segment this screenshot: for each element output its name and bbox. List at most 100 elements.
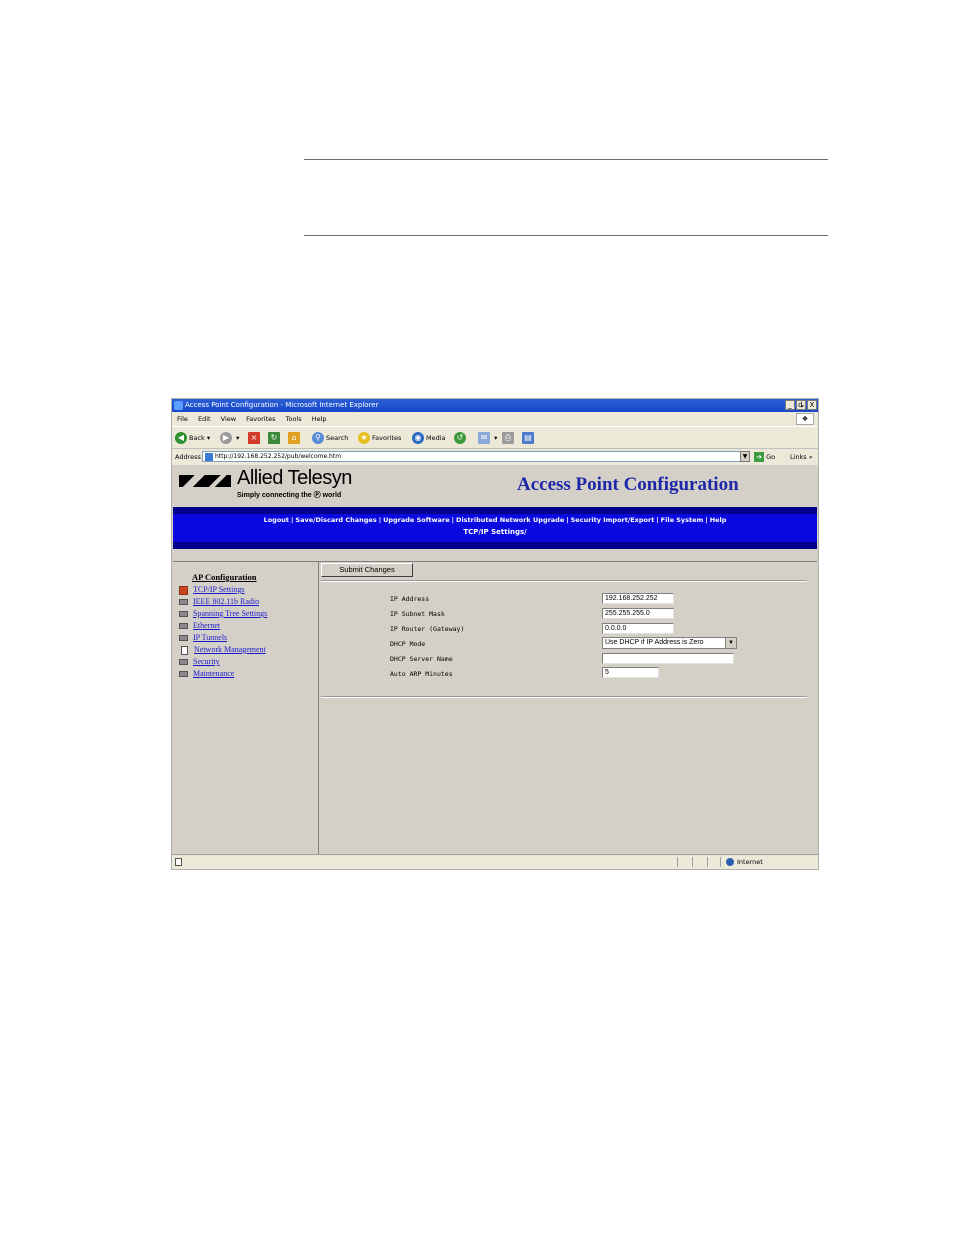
dhcp-mode-select[interactable]: Use DHCP if IP Address is Zero ▼	[602, 637, 737, 649]
status-divider	[692, 857, 693, 867]
globe-icon	[726, 858, 734, 866]
nav-bar: Logout | Save/Discard Changes | Upgrade Soft…	[173, 507, 817, 549]
auto-arp-input[interactable]: 5	[602, 667, 659, 678]
nav-logout[interactable]: Logout	[264, 516, 289, 524]
sidebar-item-spanning-tree[interactable]: Spanning Tree Settings	[179, 609, 267, 618]
refresh-button[interactable]: ↻	[268, 431, 282, 445]
sidebar-item-radio[interactable]: IEEE 802.11b Radio	[179, 597, 259, 606]
sidebar-link[interactable]: IEEE 802.11b Radio	[193, 597, 259, 606]
nav-upgrade-software[interactable]: Upgrade Software	[383, 516, 450, 524]
sidebar-link[interactable]: Ethernet	[193, 621, 220, 630]
sidebar-item-ip-tunnels[interactable]: IP Tunnels	[179, 633, 227, 642]
restore-button[interactable]: ȡ	[796, 400, 806, 410]
toolbar: ◀ Back ▾ ▶ ▾ × ↻ ⌂ ⚲ Search ★ Favorites ◉ Me…	[172, 426, 818, 449]
brand-tagline: Simply connecting the Ⓟ world	[237, 492, 342, 499]
sidebar: AP Configuration TCP/IP Settings IEEE 80…	[173, 562, 319, 854]
search-label: Search	[326, 434, 349, 442]
sidebar-link[interactable]: Maintenance	[193, 669, 234, 678]
search-button[interactable]: ⚲ Search	[312, 431, 348, 445]
mail-icon: ✉	[478, 432, 490, 444]
edit-page-icon: ▤	[522, 432, 534, 444]
dhcp-server-input[interactable]	[602, 653, 734, 664]
go-button[interactable]: ➔ Go	[754, 449, 775, 465]
close-button[interactable]: X	[807, 400, 817, 410]
sidebar-item-security[interactable]: Security	[179, 657, 220, 666]
menu-file[interactable]: File	[177, 415, 188, 423]
page-content: Allied Telesyn Simply connecting the Ⓟ w…	[173, 465, 817, 854]
folder-icon	[179, 659, 188, 666]
address-bar: Address http://192.168.252.252/pub/welco…	[172, 448, 818, 465]
nav-file-system[interactable]: File System	[661, 516, 704, 524]
zone-label: Internet	[737, 858, 763, 866]
address-label: Address	[175, 453, 201, 461]
spacer-band	[173, 549, 817, 562]
print-button[interactable]: ⎙	[502, 431, 516, 445]
menu-favorites[interactable]: Favorites	[246, 415, 275, 423]
history-button[interactable]: ↺	[454, 431, 468, 445]
menu-tools[interactable]: Tools	[286, 415, 302, 423]
nav-stripe-bottom	[173, 542, 817, 549]
gateway-input[interactable]: 0.0.0.0	[602, 623, 674, 634]
go-label: Go	[766, 453, 776, 461]
nav-distributed-upgrade[interactable]: Distributed Network Upgrade	[456, 516, 564, 524]
sidebar-link[interactable]: Security	[193, 657, 220, 666]
nav-help[interactable]: Help	[710, 516, 727, 524]
back-arrow-icon: ◀	[175, 432, 187, 444]
submit-changes-button[interactable]: Submit Changes	[321, 563, 413, 577]
sidebar-item-maintenance[interactable]: Maintenance	[179, 669, 234, 678]
status-divider	[677, 857, 678, 867]
nav-stripe-top	[173, 507, 817, 514]
logo-mark-icon	[179, 475, 231, 487]
menu-bar: File Edit View Favorites Tools Help ❖	[172, 412, 818, 426]
bottom-rule	[304, 235, 828, 236]
mail-button[interactable]: ✉ ▾	[478, 431, 497, 445]
back-button[interactable]: ◀ Back ▾	[175, 431, 210, 445]
chevron-down-icon[interactable]: ▼	[725, 638, 736, 648]
forward-arrow-icon: ▶	[220, 432, 232, 444]
sidebar-link[interactable]: TCP/IP Settings	[193, 585, 245, 594]
window-title: Access Point Configuration - Microsoft I…	[185, 401, 379, 409]
sidebar-link[interactable]: IP Tunnels	[193, 633, 227, 642]
forward-button[interactable]: ▶ ▾	[220, 431, 239, 445]
media-label: Media	[426, 434, 446, 442]
folder-icon	[179, 623, 188, 630]
page-icon	[205, 453, 213, 461]
sidebar-link[interactable]: Spanning Tree Settings	[193, 609, 267, 618]
subnet-mask-input[interactable]: 255.255.255.0	[602, 608, 674, 619]
links-button[interactable]: Links »	[790, 449, 813, 465]
star-icon: ★	[358, 432, 370, 444]
menu-view[interactable]: View	[221, 415, 236, 423]
page-title: Access Point Configuration	[517, 474, 739, 495]
history-icon: ↺	[454, 432, 466, 444]
edit-button[interactable]: ▤	[522, 431, 536, 445]
media-button[interactable]: ◉ Media	[412, 431, 446, 445]
folder-icon	[179, 611, 188, 618]
document-icon	[181, 645, 188, 655]
sidebar-link[interactable]: Network Management	[194, 645, 266, 654]
sidebar-item-tcpip[interactable]: TCP/IP Settings	[179, 585, 245, 595]
dhcp-mode-value: Use DHCP if IP Address is Zero	[605, 639, 704, 646]
ip-address-input[interactable]: 192.168.252.252	[602, 593, 674, 604]
nav-security-import-export[interactable]: Security Import/Export	[571, 516, 655, 524]
page-status-icon	[175, 858, 182, 866]
stop-button[interactable]: ×	[248, 431, 262, 445]
sidebar-item-ethernet[interactable]: Ethernet	[179, 621, 220, 630]
subnet-mask-label: IP Subnet Mask	[390, 610, 445, 618]
menu-edit[interactable]: Edit	[198, 415, 211, 423]
address-dropdown[interactable]: ▼	[740, 451, 750, 462]
settings-panel: Submit Changes IP Address 192.168.252.25…	[320, 562, 817, 854]
sidebar-item-network-management[interactable]: Network Management	[179, 645, 266, 655]
address-input[interactable]: http://192.168.252.252/pub/welcome.htm	[202, 451, 750, 462]
menu-help[interactable]: Help	[312, 415, 327, 423]
folder-icon	[179, 635, 188, 642]
auto-arp-label: Auto ARP Minutes	[390, 670, 453, 678]
favorites-button[interactable]: ★ Favorites	[358, 431, 401, 445]
search-icon: ⚲	[312, 432, 324, 444]
nav-save-discard[interactable]: Save/Discard Changes	[295, 516, 376, 524]
minimize-button[interactable]: _	[785, 400, 795, 410]
stop-icon: ×	[248, 432, 260, 444]
status-divider	[720, 857, 721, 867]
home-button[interactable]: ⌂	[288, 431, 302, 445]
media-icon: ◉	[412, 432, 424, 444]
refresh-icon: ↻	[268, 432, 280, 444]
